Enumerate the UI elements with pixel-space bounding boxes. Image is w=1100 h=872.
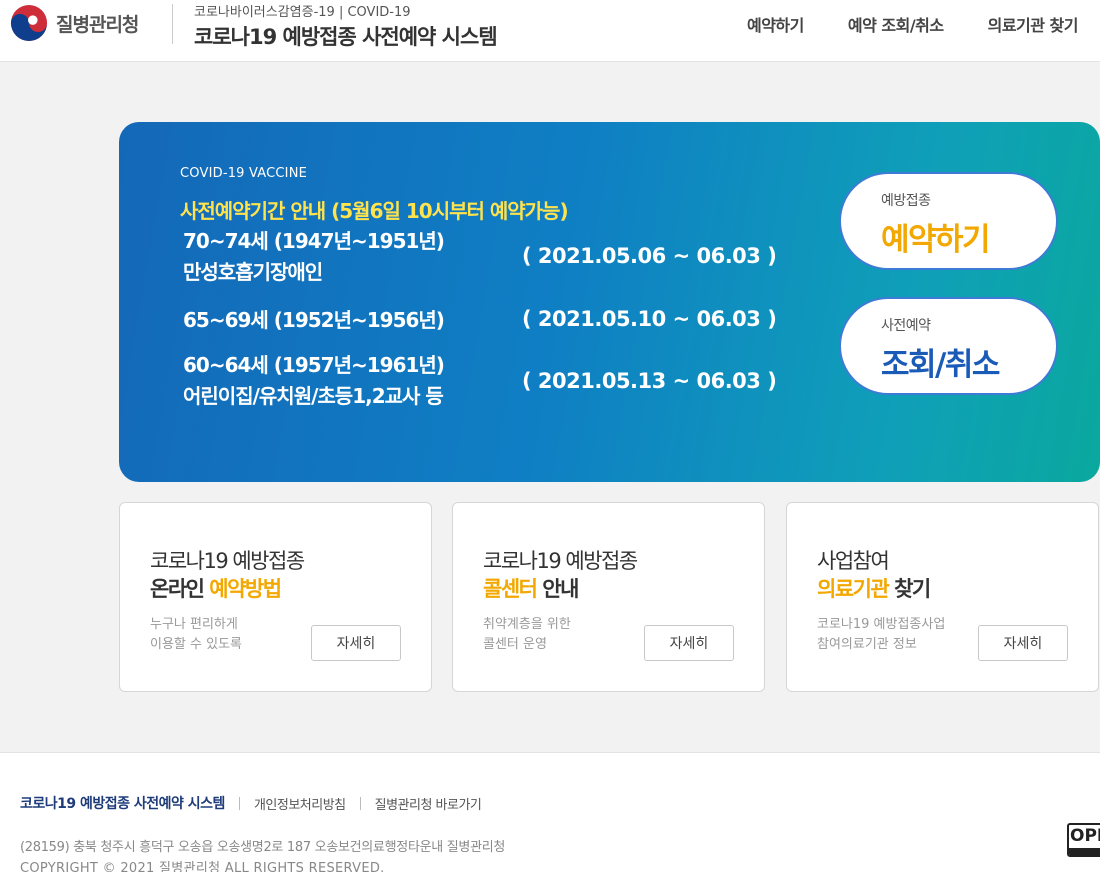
footer-copyright: COPYRIGHT © 2021 질병관리청 ALL RIGHTS RESERV…	[20, 861, 385, 872]
group-age-range: 60~64세 (1957년~1961년)	[183, 353, 445, 377]
main-nav: 예약하기 예약 조회/취소 의료기관 찾기	[703, 12, 1079, 36]
card-online-guide: 코로나19 예방접종 온라인 예약방법 누구나 편리하게 이용할 수 있도록 자…	[119, 502, 432, 692]
reserve-button-label: 예약하기	[881, 222, 991, 258]
banner-eyebrow: COVID-19 VACCINE	[180, 166, 308, 181]
group-65-69-period: ( 2021.05.10 ~ 06.03 )	[522, 307, 777, 331]
card-desc-line2: 이용할 수 있도록	[150, 637, 242, 652]
reservation-banner: COVID-19 VACCINE 사전예약기간 안내 (5월6일 10시부터 예…	[119, 122, 1100, 482]
group-60-64: 60~64세 (1957년~1961년) 어린이집/유치원/초등1,2교사 등	[183, 350, 445, 412]
group-65-69: 65~69세 (1952년~1956년)	[183, 305, 445, 336]
card-desc-line1: 취약계층을 위한	[483, 617, 571, 632]
card-title-line1: 코로나19 예방접종	[483, 549, 638, 573]
card-title-plain: 찾기	[888, 577, 931, 601]
taegeuk-logo-icon	[10, 4, 48, 42]
site-header: 질병관리청 코로나바이러스감염증-19 | COVID-19 코로나19 예방접…	[0, 0, 1100, 62]
page-title[interactable]: 코로나19 예방접종 사전예약 시스템	[194, 21, 498, 51]
opm-badge-bar	[1069, 848, 1100, 855]
card-title-line2: 의료기관 찾기	[817, 573, 931, 603]
kdca-logo[interactable]: 질병관리청	[10, 4, 139, 42]
footer-separator	[359, 796, 361, 810]
group-60-64-period: ( 2021.05.13 ~ 06.03 )	[522, 369, 777, 393]
card-title-line2: 온라인 예약방법	[150, 573, 282, 603]
lookup-cancel-button[interactable]: 사전예약 조회/취소	[839, 297, 1058, 395]
card-desc-line1: 코로나19 예방접종사업	[817, 617, 946, 632]
card-title-line1: 사업참여	[817, 549, 890, 573]
card-desc-line2: 참여의료기관 정보	[817, 637, 917, 652]
opm-badge-icon: OPM	[1067, 823, 1100, 857]
group-age-range: 65~69세 (1952년~1956년)	[183, 308, 445, 332]
card-title-plain: 온라인	[150, 577, 210, 601]
lookup-button-caption: 사전예약	[881, 318, 931, 334]
online-guide-detail-button[interactable]: 자세히	[311, 625, 401, 661]
header-subtitle: 코로나바이러스감염증-19 | COVID-19	[194, 5, 411, 20]
card-callcenter: 코로나19 예방접종 콜센터 안내 취약계층을 위한 콜센터 운영 자세히	[452, 502, 765, 692]
card-description: 코로나19 예방접종사업 참여의료기관 정보	[817, 615, 945, 655]
card-title-highlight: 콜센터	[483, 577, 538, 601]
card-title-highlight: 예약방법	[209, 577, 282, 601]
reserve-button-caption: 예방접종	[881, 193, 931, 209]
callcenter-detail-button[interactable]: 자세히	[644, 625, 734, 661]
group-extra: 만성호흡기장애인	[183, 260, 323, 284]
card-description: 누구나 편리하게 이용할 수 있도록	[150, 615, 242, 655]
card-find-clinic: 사업참여 의료기관 찾기 코로나19 예방접종사업 참여의료기관 정보 자세히	[786, 502, 1099, 692]
card-title-highlight: 의료기관	[817, 577, 890, 601]
card-title-line1: 코로나19 예방접종	[150, 549, 305, 573]
card-title-line2: 콜센터 안내	[483, 573, 579, 603]
reserve-button[interactable]: 예방접종 예약하기	[839, 172, 1058, 270]
opm-badge-text: OPM	[1070, 826, 1100, 846]
find-clinic-detail-button[interactable]: 자세히	[978, 625, 1068, 661]
card-desc-line2: 콜센터 운영	[483, 637, 547, 652]
nav-reserve[interactable]: 예약하기	[747, 12, 804, 36]
group-70-74: 70~74세 (1947년~1951년) 만성호흡기장애인	[183, 226, 445, 288]
group-70-74-period: ( 2021.05.06 ~ 06.03 )	[522, 244, 777, 268]
footer-links: 코로나19 예방접종 사전예약 시스템 개인정보처리방침 질병관리청 바로가기	[20, 793, 482, 813]
footer-separator	[238, 796, 240, 810]
footer-title: 코로나19 예방접종 사전예약 시스템	[20, 796, 225, 812]
group-extra: 어린이집/유치원/초등1,2교사 등	[183, 384, 444, 408]
logo-text: 질병관리청	[56, 13, 139, 36]
kdca-homepage-link[interactable]: 질병관리청 바로가기	[375, 794, 482, 813]
card-desc-line1: 누구나 편리하게	[150, 617, 238, 632]
privacy-policy-link[interactable]: 개인정보처리방침	[254, 794, 346, 813]
card-title-plain: 안내	[536, 577, 579, 601]
banner-notice: 사전예약기간 안내 (5월6일 10시부터 예약가능)	[180, 199, 569, 223]
nav-find-clinic[interactable]: 의료기관 찾기	[988, 12, 1079, 36]
group-age-range: 70~74세 (1947년~1951년)	[183, 229, 445, 253]
site-footer: 코로나19 예방접종 사전예약 시스템 개인정보처리방침 질병관리청 바로가기 …	[0, 752, 1100, 872]
header-divider	[172, 4, 173, 44]
footer-address: (28159) 충북 청주시 흥덕구 오송읍 오송생명2로 187 오송보건의료…	[20, 840, 506, 855]
lookup-button-label: 조회/취소	[881, 347, 1000, 383]
card-description: 취약계층을 위한 콜센터 운영	[483, 615, 571, 655]
nav-lookup-cancel[interactable]: 예약 조회/취소	[848, 12, 944, 36]
